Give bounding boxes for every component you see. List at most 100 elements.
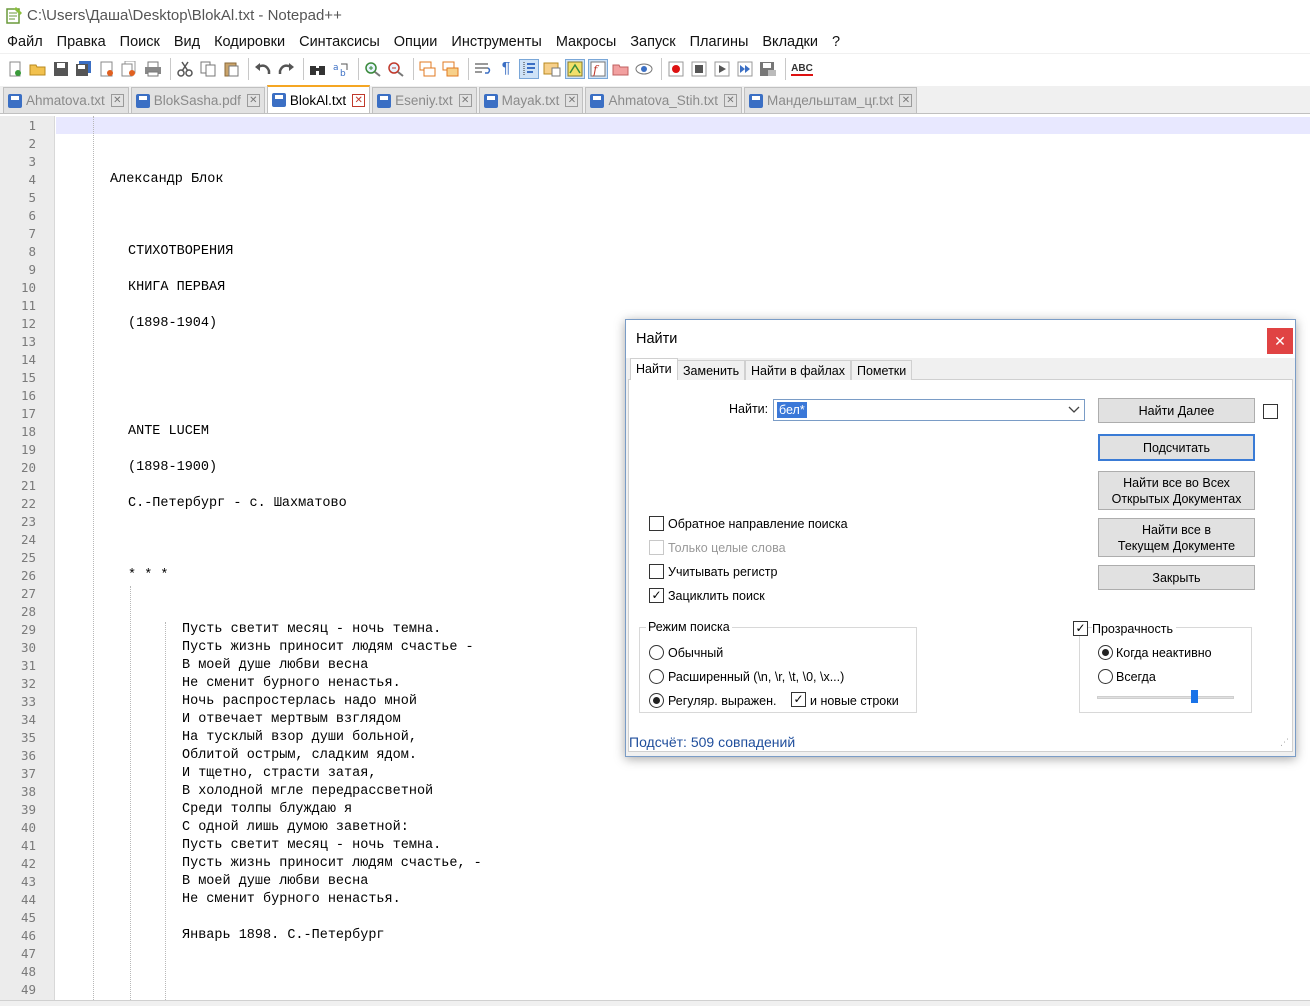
- print-icon[interactable]: [143, 59, 163, 79]
- chevron-down-icon[interactable]: [1068, 402, 1080, 417]
- text-line: В моей душе любви весна: [182, 658, 369, 673]
- line-number: 26: [20, 568, 36, 583]
- transparency-inactive-radio[interactable]: [1098, 645, 1113, 660]
- menu-item[interactable]: Файл: [7, 34, 43, 50]
- zoom-in-icon[interactable]: [363, 59, 383, 79]
- find-next-direction-checkbox[interactable]: [1263, 404, 1278, 419]
- count-button[interactable]: Подсчитать: [1098, 434, 1255, 461]
- wrap-around-checkbox[interactable]: ✓: [649, 588, 664, 603]
- menu-item[interactable]: Синтаксисы: [299, 34, 380, 50]
- menu-item[interactable]: Поиск: [120, 34, 160, 50]
- tab-mark[interactable]: Пометки: [851, 360, 913, 380]
- find-all-open-docs-button[interactable]: Найти все во Всех Открытых Документах: [1098, 471, 1255, 510]
- text-line: * * *: [128, 568, 169, 583]
- menu-item[interactable]: Вид: [174, 34, 200, 50]
- mode-regex-radio[interactable]: [649, 693, 664, 708]
- spell-check-icon[interactable]: ABC: [790, 59, 814, 79]
- user-language-icon[interactable]: [542, 59, 562, 79]
- sync-horizontal-icon[interactable]: [441, 59, 461, 79]
- line-number: 1: [28, 118, 36, 133]
- copy-icon[interactable]: [198, 59, 218, 79]
- find-all-current-label-1: Найти все в: [1142, 522, 1211, 537]
- macro-record-icon[interactable]: [666, 59, 686, 79]
- file-tab[interactable]: Mayak.txt ✕: [478, 87, 584, 113]
- tab-find-in-files[interactable]: Найти в файлах: [745, 360, 851, 380]
- count-label: Подсчитать: [1142, 440, 1211, 455]
- save-status-icon: [590, 93, 605, 108]
- match-case-checkbox[interactable]: [649, 564, 664, 579]
- text-line: С одной лишь думою заветной:: [182, 820, 409, 835]
- doc-map-icon[interactable]: [565, 59, 585, 79]
- line-number: 37: [20, 766, 36, 781]
- show-all-chars-icon[interactable]: ¶: [496, 59, 516, 79]
- folder-workspace-icon[interactable]: [611, 59, 631, 79]
- menu-item[interactable]: Опции: [394, 34, 438, 50]
- file-tab[interactable]: Ahmatova.txt ✕: [3, 87, 129, 113]
- menu-item[interactable]: Плагины: [690, 34, 749, 50]
- word-wrap-icon[interactable]: [473, 59, 493, 79]
- close-tab-icon[interactable]: ✕: [352, 93, 366, 107]
- close-tab-icon[interactable]: ✕: [565, 94, 579, 107]
- line-number: 24: [20, 532, 36, 547]
- file-tab[interactable]: BlokSasha.pdf ✕: [130, 87, 265, 113]
- menu-item[interactable]: Макросы: [556, 34, 616, 50]
- resize-grip-icon[interactable]: ⋰: [1280, 737, 1289, 748]
- transparency-checkbox[interactable]: ✓: [1073, 621, 1088, 636]
- macro-save-icon[interactable]: [758, 59, 778, 79]
- menu-item[interactable]: Инструменты: [451, 34, 541, 50]
- backward-direction-checkbox[interactable]: [649, 516, 664, 531]
- redo-icon[interactable]: [276, 59, 296, 79]
- line-number: 32: [20, 676, 36, 691]
- close-all-icon[interactable]: [120, 59, 140, 79]
- menu-item[interactable]: Кодировки: [214, 34, 285, 50]
- transparency-slider-thumb[interactable]: [1191, 690, 1198, 703]
- menu-item[interactable]: ?: [832, 34, 840, 50]
- function-list-icon[interactable]: f: [588, 59, 608, 79]
- file-tab[interactable]: Eseniy.txt ✕: [372, 87, 477, 113]
- monitoring-eye-icon[interactable]: [634, 59, 654, 79]
- close-tab-icon[interactable]: ✕: [110, 94, 124, 107]
- close-icon[interactable]: ✕: [1267, 328, 1293, 354]
- tab-find[interactable]: Найти: [630, 358, 678, 381]
- close-tab-icon[interactable]: ✕: [246, 94, 260, 107]
- macro-play-icon[interactable]: [712, 59, 732, 79]
- find-icon[interactable]: [308, 59, 328, 79]
- save-icon[interactable]: [51, 59, 71, 79]
- undo-icon[interactable]: [253, 59, 273, 79]
- find-input[interactable]: бел*: [773, 399, 1085, 421]
- open-file-icon[interactable]: [28, 59, 48, 79]
- menu-item[interactable]: Правка: [57, 34, 106, 50]
- line-number: 45: [20, 910, 36, 925]
- find-all-current-doc-button[interactable]: Найти все в Текущем Документе: [1098, 518, 1255, 557]
- macro-stop-icon[interactable]: [689, 59, 709, 79]
- replace-icon[interactable]: ab: [331, 59, 351, 79]
- close-tab-icon[interactable]: ✕: [458, 94, 472, 107]
- dot-matches-newline-checkbox[interactable]: ✓: [791, 692, 806, 707]
- text-line: На тусклый взор души больной,: [182, 730, 417, 745]
- menu-item[interactable]: Запуск: [630, 34, 675, 50]
- menu-item[interactable]: Вкладки: [762, 34, 818, 50]
- new-file-icon[interactable]: [5, 59, 25, 79]
- close-tab-icon[interactable]: ✕: [724, 94, 737, 107]
- mode-normal-radio[interactable]: [649, 645, 664, 660]
- paste-icon[interactable]: [221, 59, 241, 79]
- sync-vertical-icon[interactable]: [418, 59, 438, 79]
- close-tab-icon[interactable]: ✕: [899, 94, 913, 107]
- tab-replace[interactable]: Заменить: [677, 360, 746, 380]
- indent-guide-icon[interactable]: [519, 59, 539, 79]
- find-next-button[interactable]: Найти Далее: [1098, 398, 1255, 423]
- save-all-icon[interactable]: [74, 59, 94, 79]
- transparency-slider-track[interactable]: [1097, 696, 1234, 699]
- transparency-always-radio[interactable]: [1098, 669, 1113, 684]
- macro-play-multiple-icon[interactable]: [735, 59, 755, 79]
- find-dialog-titlebar[interactable]: Найти ✕: [626, 320, 1295, 358]
- close-file-icon[interactable]: [97, 59, 117, 79]
- mode-extended-radio[interactable]: [649, 669, 664, 684]
- file-tab[interactable]: BlokAl.txt ✕: [266, 85, 371, 113]
- close-button[interactable]: Закрыть: [1098, 565, 1255, 590]
- text-line: И тщетно, страсти затая,: [182, 766, 377, 781]
- zoom-out-icon[interactable]: [386, 59, 406, 79]
- file-tab[interactable]: Мандельштам_цг.txt ✕: [744, 87, 918, 113]
- file-tab[interactable]: Ahmatova_Stih.txt ✕: [585, 87, 742, 113]
- cut-icon[interactable]: [175, 59, 195, 79]
